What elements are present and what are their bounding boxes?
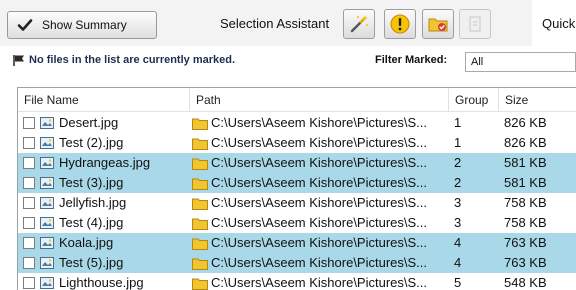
file-path: C:\Users\Aseem Kishore\Pictures\S... <box>211 195 428 210</box>
table-row[interactable]: Test (4).jpg C:\Users\Aseem Kishore\Pict… <box>18 213 576 233</box>
image-file-icon <box>40 117 54 129</box>
file-name: Test (4).jpg <box>59 215 124 230</box>
file-path: C:\Users\Aseem Kishore\Pictures\S... <box>211 115 428 130</box>
file-path: C:\Users\Aseem Kishore\Pictures\S... <box>211 175 428 190</box>
filter-marked-select[interactable]: All <box>465 52 576 72</box>
folder-mark-icon <box>428 18 448 32</box>
file-name: Test (3).jpg <box>59 175 124 190</box>
filter-marked-label: Filter Marked: <box>375 54 448 66</box>
table-row[interactable]: Jellyfish.jpg C:\Users\Aseem Kishore\Pic… <box>18 193 576 213</box>
file-group: 3 <box>454 195 462 210</box>
warning-icon <box>390 14 410 34</box>
file-size: 758 KB <box>504 195 547 210</box>
file-group: 5 <box>454 275 462 290</box>
file-size: 826 KB <box>504 115 547 130</box>
row-checkbox[interactable] <box>23 257 35 269</box>
image-file-icon <box>40 217 54 229</box>
list-header: File Name Path Group Size <box>18 88 576 112</box>
image-file-icon <box>40 197 54 209</box>
row-checkbox[interactable] <box>23 197 35 209</box>
folder-icon <box>192 198 208 210</box>
file-size: 826 KB <box>504 135 547 150</box>
table-row[interactable]: Test (3).jpg C:\Users\Aseem Kishore\Pict… <box>18 173 576 193</box>
column-header-size[interactable]: Size <box>499 88 576 112</box>
row-checkbox[interactable] <box>23 177 35 189</box>
table-row[interactable]: Koala.jpg C:\Users\Aseem Kishore\Picture… <box>18 233 576 253</box>
folder-icon <box>192 258 208 270</box>
folder-icon <box>192 138 208 150</box>
row-checkbox[interactable] <box>23 137 35 149</box>
file-name: Jellyfish.jpg <box>59 195 127 210</box>
folder-icon <box>192 218 208 230</box>
folder-icon <box>192 118 208 130</box>
file-size: 548 KB <box>504 275 547 290</box>
list-rows: Desert.jpg C:\Users\Aseem Kishore\Pictur… <box>18 113 576 290</box>
file-group: 3 <box>454 215 462 230</box>
warning-button[interactable] <box>384 9 416 39</box>
image-file-icon <box>40 177 54 189</box>
row-checkbox[interactable] <box>23 117 35 129</box>
file-group: 4 <box>454 235 462 250</box>
folder-icon <box>192 178 208 190</box>
file-group: 1 <box>454 115 462 130</box>
file-size: 758 KB <box>504 215 547 230</box>
row-checkbox[interactable] <box>23 157 35 169</box>
file-path: C:\Users\Aseem Kishore\Pictures\S... <box>211 275 428 290</box>
file-path: C:\Users\Aseem Kishore\Pictures\S... <box>211 155 428 170</box>
file-name: Koala.jpg <box>59 235 114 250</box>
table-row[interactable]: Test (5).jpg C:\Users\Aseem Kishore\Pict… <box>18 253 576 273</box>
image-file-icon <box>40 157 54 169</box>
image-file-icon <box>40 257 54 269</box>
file-name: Hydrangeas.jpg <box>59 155 151 170</box>
file-name: Desert.jpg <box>59 115 119 130</box>
disabled-page-button[interactable] <box>459 9 491 39</box>
folder-mark-button[interactable] <box>422 9 454 39</box>
file-size: 581 KB <box>504 175 547 190</box>
file-group: 4 <box>454 255 462 270</box>
column-header-file-name[interactable]: File Name <box>18 88 190 112</box>
marked-status-message: No files in the list are currently marke… <box>29 54 236 66</box>
magic-wand-icon <box>350 15 368 33</box>
file-name: Lighthouse.jpg <box>59 275 144 290</box>
show-summary-button[interactable]: Show Summary <box>7 11 157 39</box>
table-row[interactable]: Test (2).jpg C:\Users\Aseem Kishore\Pict… <box>18 133 576 153</box>
row-checkbox[interactable] <box>23 277 35 289</box>
file-group: 1 <box>454 135 462 150</box>
row-checkbox[interactable] <box>23 237 35 249</box>
folder-icon <box>192 278 208 290</box>
file-size: 763 KB <box>504 235 547 250</box>
folder-icon <box>192 158 208 170</box>
show-summary-label: Show Summary <box>42 18 127 32</box>
file-size: 581 KB <box>504 155 547 170</box>
file-name: Test (2).jpg <box>59 135 124 150</box>
column-header-path[interactable]: Path <box>190 88 449 112</box>
file-path: C:\Users\Aseem Kishore\Pictures\S... <box>211 135 428 150</box>
table-row[interactable]: Hydrangeas.jpg C:\Users\Aseem Kishore\Pi… <box>18 153 576 173</box>
flag-icon <box>13 55 24 66</box>
quick-label: Quick <box>542 16 576 31</box>
table-row[interactable]: Lighthouse.jpg C:\Users\Aseem Kishore\Pi… <box>18 273 576 290</box>
file-group: 2 <box>454 175 462 190</box>
file-path: C:\Users\Aseem Kishore\Pictures\S... <box>211 235 428 250</box>
row-checkbox[interactable] <box>23 217 35 229</box>
folder-icon <box>192 238 208 250</box>
checkmark-icon <box>17 19 33 31</box>
image-file-icon <box>40 277 54 289</box>
table-row[interactable]: Desert.jpg C:\Users\Aseem Kishore\Pictur… <box>18 113 576 133</box>
magic-wand-button[interactable] <box>343 9 375 39</box>
file-group: 2 <box>454 155 462 170</box>
selection-assistant-label: Selection Assistant <box>220 16 330 31</box>
image-file-icon <box>40 137 54 149</box>
disabled-page-icon <box>469 16 481 32</box>
file-size: 763 KB <box>504 255 547 270</box>
filter-marked-value: All <box>471 56 484 68</box>
image-file-icon <box>40 237 54 249</box>
file-path: C:\Users\Aseem Kishore\Pictures\S... <box>211 215 428 230</box>
file-list[interactable]: File Name Path Group Size Desert.jpg C:\… <box>17 87 576 290</box>
column-header-group[interactable]: Group <box>449 88 499 112</box>
file-path: C:\Users\Aseem Kishore\Pictures\S... <box>211 255 428 270</box>
file-name: Test (5).jpg <box>59 255 124 270</box>
